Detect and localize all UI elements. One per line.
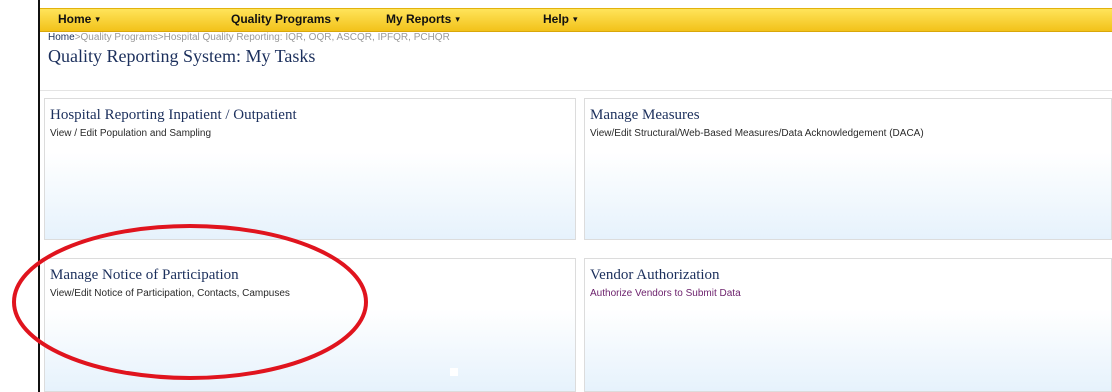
chevron-down-icon: ▾: [455, 14, 460, 24]
breadcrumb-current: Hospital Quality Reporting: IQR, OQR, AS…: [163, 32, 450, 43]
view-edit-population-sampling-link[interactable]: View / Edit Population and Sampling: [50, 128, 211, 139]
nav-help-menu[interactable]: Help ▾: [543, 12, 578, 26]
panel-manage-notice-of-participation: Manage Notice of Participation View/Edit…: [44, 258, 576, 392]
nav-my-reports-menu[interactable]: My Reports ▾: [386, 12, 460, 26]
panel-manage-measures-title: Manage Measures: [590, 107, 700, 123]
panel-hospital-reporting: Hospital Reporting Inpatient / Outpatien…: [44, 98, 576, 240]
divider: [40, 90, 1112, 91]
nav-my-reports-label: My Reports: [386, 12, 452, 26]
marker-square: [450, 368, 458, 376]
top-nav-bar: Home ▾ Quality Programs ▾ My Reports ▾ Help…: [40, 8, 1112, 32]
view-edit-structural-measures-link[interactable]: View/Edit Structural/Web-Based Measures/…: [590, 128, 924, 139]
view-edit-notice-of-participation-link[interactable]: View/Edit Notice of Participation, Conta…: [50, 288, 290, 299]
nav-help-label: Help: [543, 12, 570, 26]
page-title: Quality Reporting System: My Tasks: [48, 46, 316, 66]
authorize-vendors-link[interactable]: Authorize Vendors to Submit Data: [590, 288, 741, 299]
panel-manage-measures: Manage Measures View/Edit Structural/Web…: [584, 98, 1112, 240]
chevron-down-icon: ▾: [573, 14, 578, 24]
chevron-down-icon: ▾: [95, 14, 100, 24]
nav-quality-programs-label: Quality Programs: [231, 12, 332, 26]
chevron-down-icon: ▾: [335, 14, 340, 24]
panel-manage-notice-of-participation-title: Manage Notice of Participation: [50, 267, 239, 283]
breadcrumb-home-link[interactable]: Home: [48, 32, 75, 43]
panel-vendor-authorization: Vendor Authorization Authorize Vendors t…: [584, 258, 1112, 392]
panel-vendor-authorization-title: Vendor Authorization: [590, 267, 720, 283]
nav-home-menu[interactable]: Home ▾: [58, 12, 100, 26]
app-frame: Home ▾ Quality Programs ▾ My Reports ▾ Help…: [38, 0, 1112, 392]
panel-hospital-reporting-title: Hospital Reporting Inpatient / Outpatien…: [50, 107, 297, 123]
nav-quality-programs-menu[interactable]: Quality Programs ▾: [231, 12, 340, 26]
breadcrumb-quality-programs-link[interactable]: Quality Programs: [81, 32, 158, 43]
breadcrumb: Home>Quality Programs>Hospital Quality R…: [48, 32, 450, 43]
nav-home-label: Home: [58, 12, 92, 26]
